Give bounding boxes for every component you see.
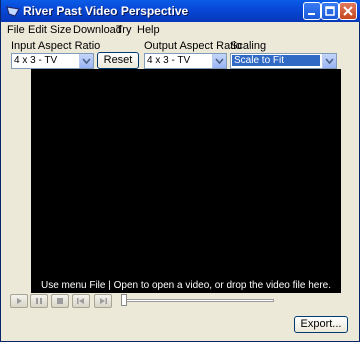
seek-slider-thumb[interactable] [121, 294, 127, 306]
menu-file[interactable]: File [7, 24, 25, 36]
dropdown-arrow-icon[interactable] [79, 54, 93, 68]
menu-edit[interactable]: Edit [28, 24, 47, 36]
app-icon [6, 6, 20, 17]
skip-forward-icon [100, 298, 107, 304]
output-aspect-select[interactable]: 4 x 3 - TV [144, 53, 227, 69]
chevron-down-icon [325, 58, 334, 65]
play-icon [17, 298, 22, 304]
dropdown-arrow-icon[interactable] [322, 54, 336, 68]
pause-icon [36, 298, 42, 304]
maximize-button[interactable] [321, 2, 339, 20]
minimize-icon [308, 13, 315, 15]
stop-icon [57, 298, 63, 304]
menu-help[interactable]: Help [137, 24, 160, 36]
pause-button[interactable] [30, 294, 48, 308]
input-aspect-value: 4 x 3 - TV [14, 55, 58, 66]
window-title: River Past Video Perspective [23, 4, 189, 18]
scaling-select[interactable]: Scale to Fit [230, 53, 337, 69]
next-button[interactable] [94, 294, 112, 308]
scaling-label: Scaling [230, 40, 267, 52]
seek-slider-track[interactable] [122, 299, 274, 302]
output-aspect-value: 4 x 3 - TV [147, 55, 191, 66]
video-drop-area[interactable]: Use menu File | Open to open a video, or… [31, 69, 341, 293]
dropdown-arrow-icon[interactable] [212, 54, 226, 68]
chevron-down-icon [82, 58, 91, 65]
scaling-value: Scale to Fit [232, 55, 320, 66]
minimize-button[interactable] [303, 2, 321, 20]
close-icon [343, 6, 353, 16]
title-bar[interactable]: River Past Video Perspective [1, 0, 360, 22]
previous-button[interactable] [72, 294, 90, 308]
input-aspect-label: Input Aspect Ratio [11, 40, 101, 52]
stop-button[interactable] [51, 294, 69, 308]
menu-bar: File Edit Size Download Try Help [1, 22, 360, 38]
app-window: River Past Video Perspective File Edit S… [0, 0, 360, 342]
maximize-icon [325, 6, 335, 16]
reset-button[interactable]: Reset [97, 52, 139, 69]
chevron-down-icon [215, 58, 224, 65]
close-button[interactable] [339, 2, 357, 20]
menu-download[interactable]: Download [73, 24, 122, 36]
menu-try[interactable]: Try [116, 24, 131, 36]
skip-back-icon [77, 298, 84, 304]
menu-size[interactable]: Size [50, 24, 71, 36]
output-aspect-label: Output Aspect Ratio [144, 40, 242, 52]
export-button[interactable]: Export... [294, 316, 348, 333]
video-hint-text: Use menu File | Open to open a video, or… [41, 280, 331, 291]
play-button[interactable] [10, 294, 28, 308]
input-aspect-select[interactable]: 4 x 3 - TV [11, 53, 94, 69]
